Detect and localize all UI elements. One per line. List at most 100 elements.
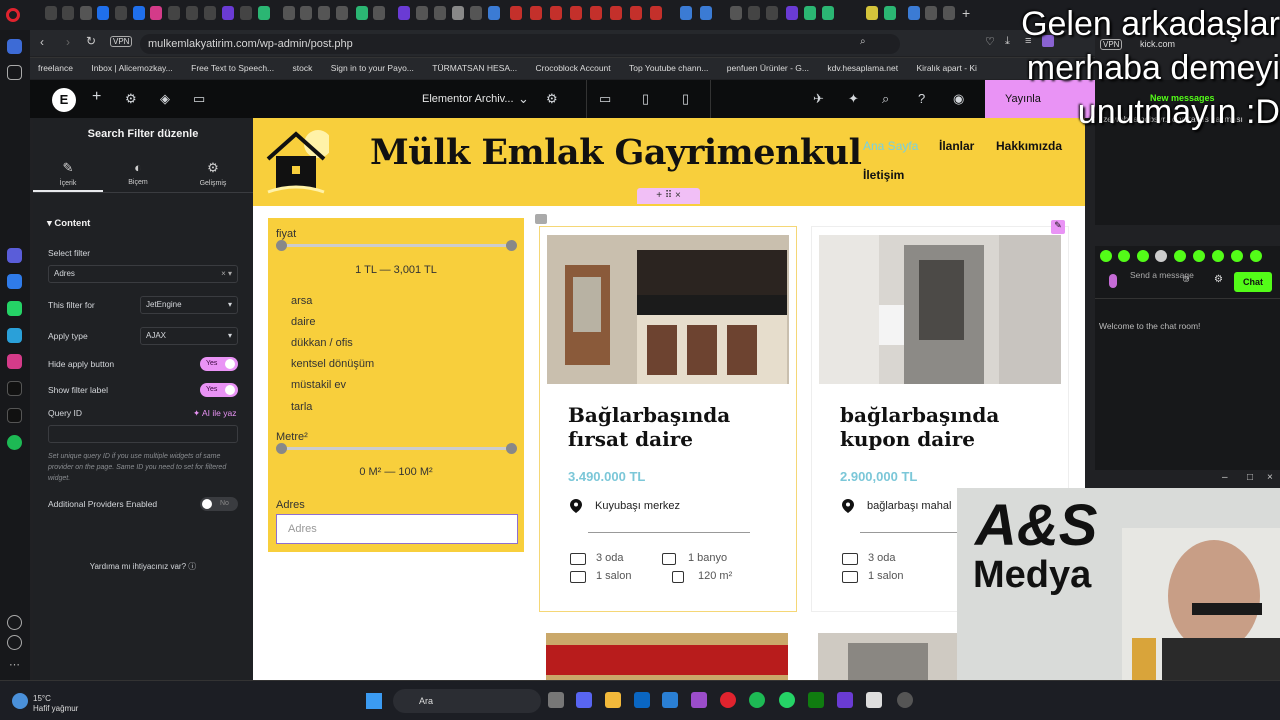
tab[interactable] — [510, 6, 522, 20]
opera-logo-icon[interactable] — [6, 8, 20, 22]
tab[interactable] — [452, 6, 464, 20]
task-view-icon[interactable] — [548, 692, 564, 708]
tab[interactable] — [434, 6, 446, 20]
opera-icon[interactable] — [720, 692, 736, 708]
tab[interactable] — [398, 6, 410, 20]
tab[interactable] — [240, 6, 252, 20]
bookmark[interactable]: stock — [293, 63, 313, 73]
query-id-input[interactable] — [48, 425, 238, 443]
site-title[interactable]: Mülk Emlak Gayrimenkul — [370, 132, 862, 173]
windows-start-icon[interactable] — [366, 693, 382, 709]
ai-write-button[interactable]: ✦ AI ile yaz — [193, 408, 237, 419]
aria-icon[interactable] — [7, 248, 22, 263]
emote-icon[interactable] — [1250, 250, 1262, 262]
home-icon[interactable] — [7, 39, 22, 54]
whatsapp-icon[interactable] — [779, 692, 795, 708]
tab[interactable] — [133, 6, 145, 20]
tab[interactable] — [925, 6, 937, 20]
bookmark[interactable]: freelance — [38, 63, 73, 73]
show-label-toggle[interactable]: Yes — [200, 383, 238, 397]
weather-widget[interactable]: 15°C Hafif yağmur — [33, 694, 78, 714]
pencil-icon[interactable]: ✎ — [1051, 220, 1065, 234]
tab-content[interactable]: ✎ İçerik — [38, 160, 98, 187]
listing-title[interactable]: bağlarbaşında kupon daire — [840, 403, 1050, 451]
bookmark[interactable]: Sign in to your Payo... — [331, 63, 414, 73]
tab[interactable] — [530, 6, 542, 20]
additional-providers-toggle[interactable]: No — [200, 497, 238, 511]
vpn-badge[interactable]: VPN — [110, 36, 133, 47]
tab[interactable] — [786, 6, 798, 20]
messenger-icon[interactable] — [7, 274, 22, 289]
bookmark[interactable]: Crocoblock Account — [536, 63, 611, 73]
tab[interactable] — [186, 6, 198, 20]
nav-about[interactable]: Hakkımızda — [996, 139, 1062, 153]
tab[interactable] — [700, 6, 712, 20]
tab[interactable] — [204, 6, 216, 20]
tab[interactable] — [822, 6, 834, 20]
heart-icon[interactable] — [7, 615, 22, 630]
document-title[interactable]: Elementor Archiv... — [422, 93, 514, 105]
price-slider-min-handle[interactable] — [276, 240, 287, 251]
teams-icon[interactable] — [576, 692, 592, 708]
search-icon[interactable]: ⌕ — [860, 36, 866, 47]
listing-title[interactable]: Bağlarbaşında fırsat daire — [568, 403, 778, 451]
listing-card[interactable]: Bağlarbaşında fırsat daire 3.490.000 TL … — [539, 226, 797, 612]
notifications-icon[interactable]: ✦ — [848, 91, 859, 107]
area-slider-min-handle[interactable] — [276, 443, 287, 454]
emote-icon[interactable] — [1155, 250, 1167, 262]
file-explorer-icon[interactable] — [605, 692, 621, 708]
instagram-icon[interactable] — [7, 354, 22, 369]
edge-icon[interactable] — [662, 692, 678, 708]
url-field[interactable]: mulkemlakyatirim.com/wp-admin/post.php — [140, 34, 900, 54]
category-option[interactable]: müstakil ev — [291, 379, 346, 391]
price-slider-track[interactable] — [281, 244, 511, 247]
nav-listings[interactable]: İlanlar — [939, 139, 974, 153]
tab[interactable] — [590, 6, 602, 20]
address-input[interactable]: Adres — [276, 514, 518, 544]
preview-icon[interactable]: ◉ — [953, 91, 964, 107]
tab[interactable] — [416, 6, 428, 20]
tab[interactable] — [150, 6, 162, 20]
area-slider-max-handle[interactable] — [506, 443, 517, 454]
select-filter-dropdown[interactable]: Adres × ▾ — [48, 265, 238, 283]
tab[interactable] — [630, 6, 642, 20]
tab[interactable] — [258, 6, 270, 20]
tab[interactable] — [766, 6, 778, 20]
apply-type-select[interactable]: AJAX ▾ — [140, 327, 238, 345]
tab[interactable] — [884, 6, 896, 20]
category-option[interactable]: dükkan / ofis — [291, 337, 353, 349]
emote-icon[interactable] — [1193, 250, 1205, 262]
site-settings-icon[interactable]: ⚙ — [125, 91, 137, 107]
tab[interactable] — [943, 6, 955, 20]
emote-icon[interactable] — [1174, 250, 1186, 262]
tab[interactable] — [356, 6, 368, 20]
tab[interactable] — [62, 6, 74, 20]
history-icon[interactable] — [7, 635, 22, 650]
tab[interactable] — [470, 6, 482, 20]
xbox-icon[interactable] — [808, 692, 824, 708]
tab[interactable] — [168, 6, 180, 20]
tab[interactable] — [373, 6, 385, 20]
clear-chevron-icon[interactable]: × ▾ — [221, 269, 232, 278]
star-icon[interactable] — [7, 65, 22, 80]
chevron-down-icon[interactable]: ⌄ — [518, 91, 529, 107]
tiktok-icon[interactable] — [7, 381, 22, 396]
tab[interactable] — [866, 6, 878, 20]
nav-home[interactable]: Ana Sayfa — [863, 139, 918, 153]
emote-icon[interactable] — [1231, 250, 1243, 262]
tab[interactable] — [222, 6, 234, 20]
tab[interactable] — [570, 6, 582, 20]
category-option[interactable]: tarla — [291, 401, 312, 413]
spotify-icon[interactable] — [749, 692, 765, 708]
obs-icon[interactable] — [897, 692, 913, 708]
tab[interactable] — [283, 6, 295, 20]
spotify-icon[interactable] — [7, 435, 22, 450]
more-icon[interactable]: ⋯ — [9, 658, 20, 671]
taskbar-search[interactable]: Ara — [393, 689, 541, 713]
desktop-icon[interactable]: ▭ — [599, 91, 611, 107]
tab-style[interactable]: ◐ Biçem — [108, 160, 168, 186]
hide-apply-toggle[interactable]: Yes — [200, 357, 238, 371]
app-icon[interactable] — [691, 692, 707, 708]
emoji-icon[interactable]: ☺ — [1181, 274, 1191, 285]
elementor-logo-icon[interactable]: E — [52, 88, 76, 112]
